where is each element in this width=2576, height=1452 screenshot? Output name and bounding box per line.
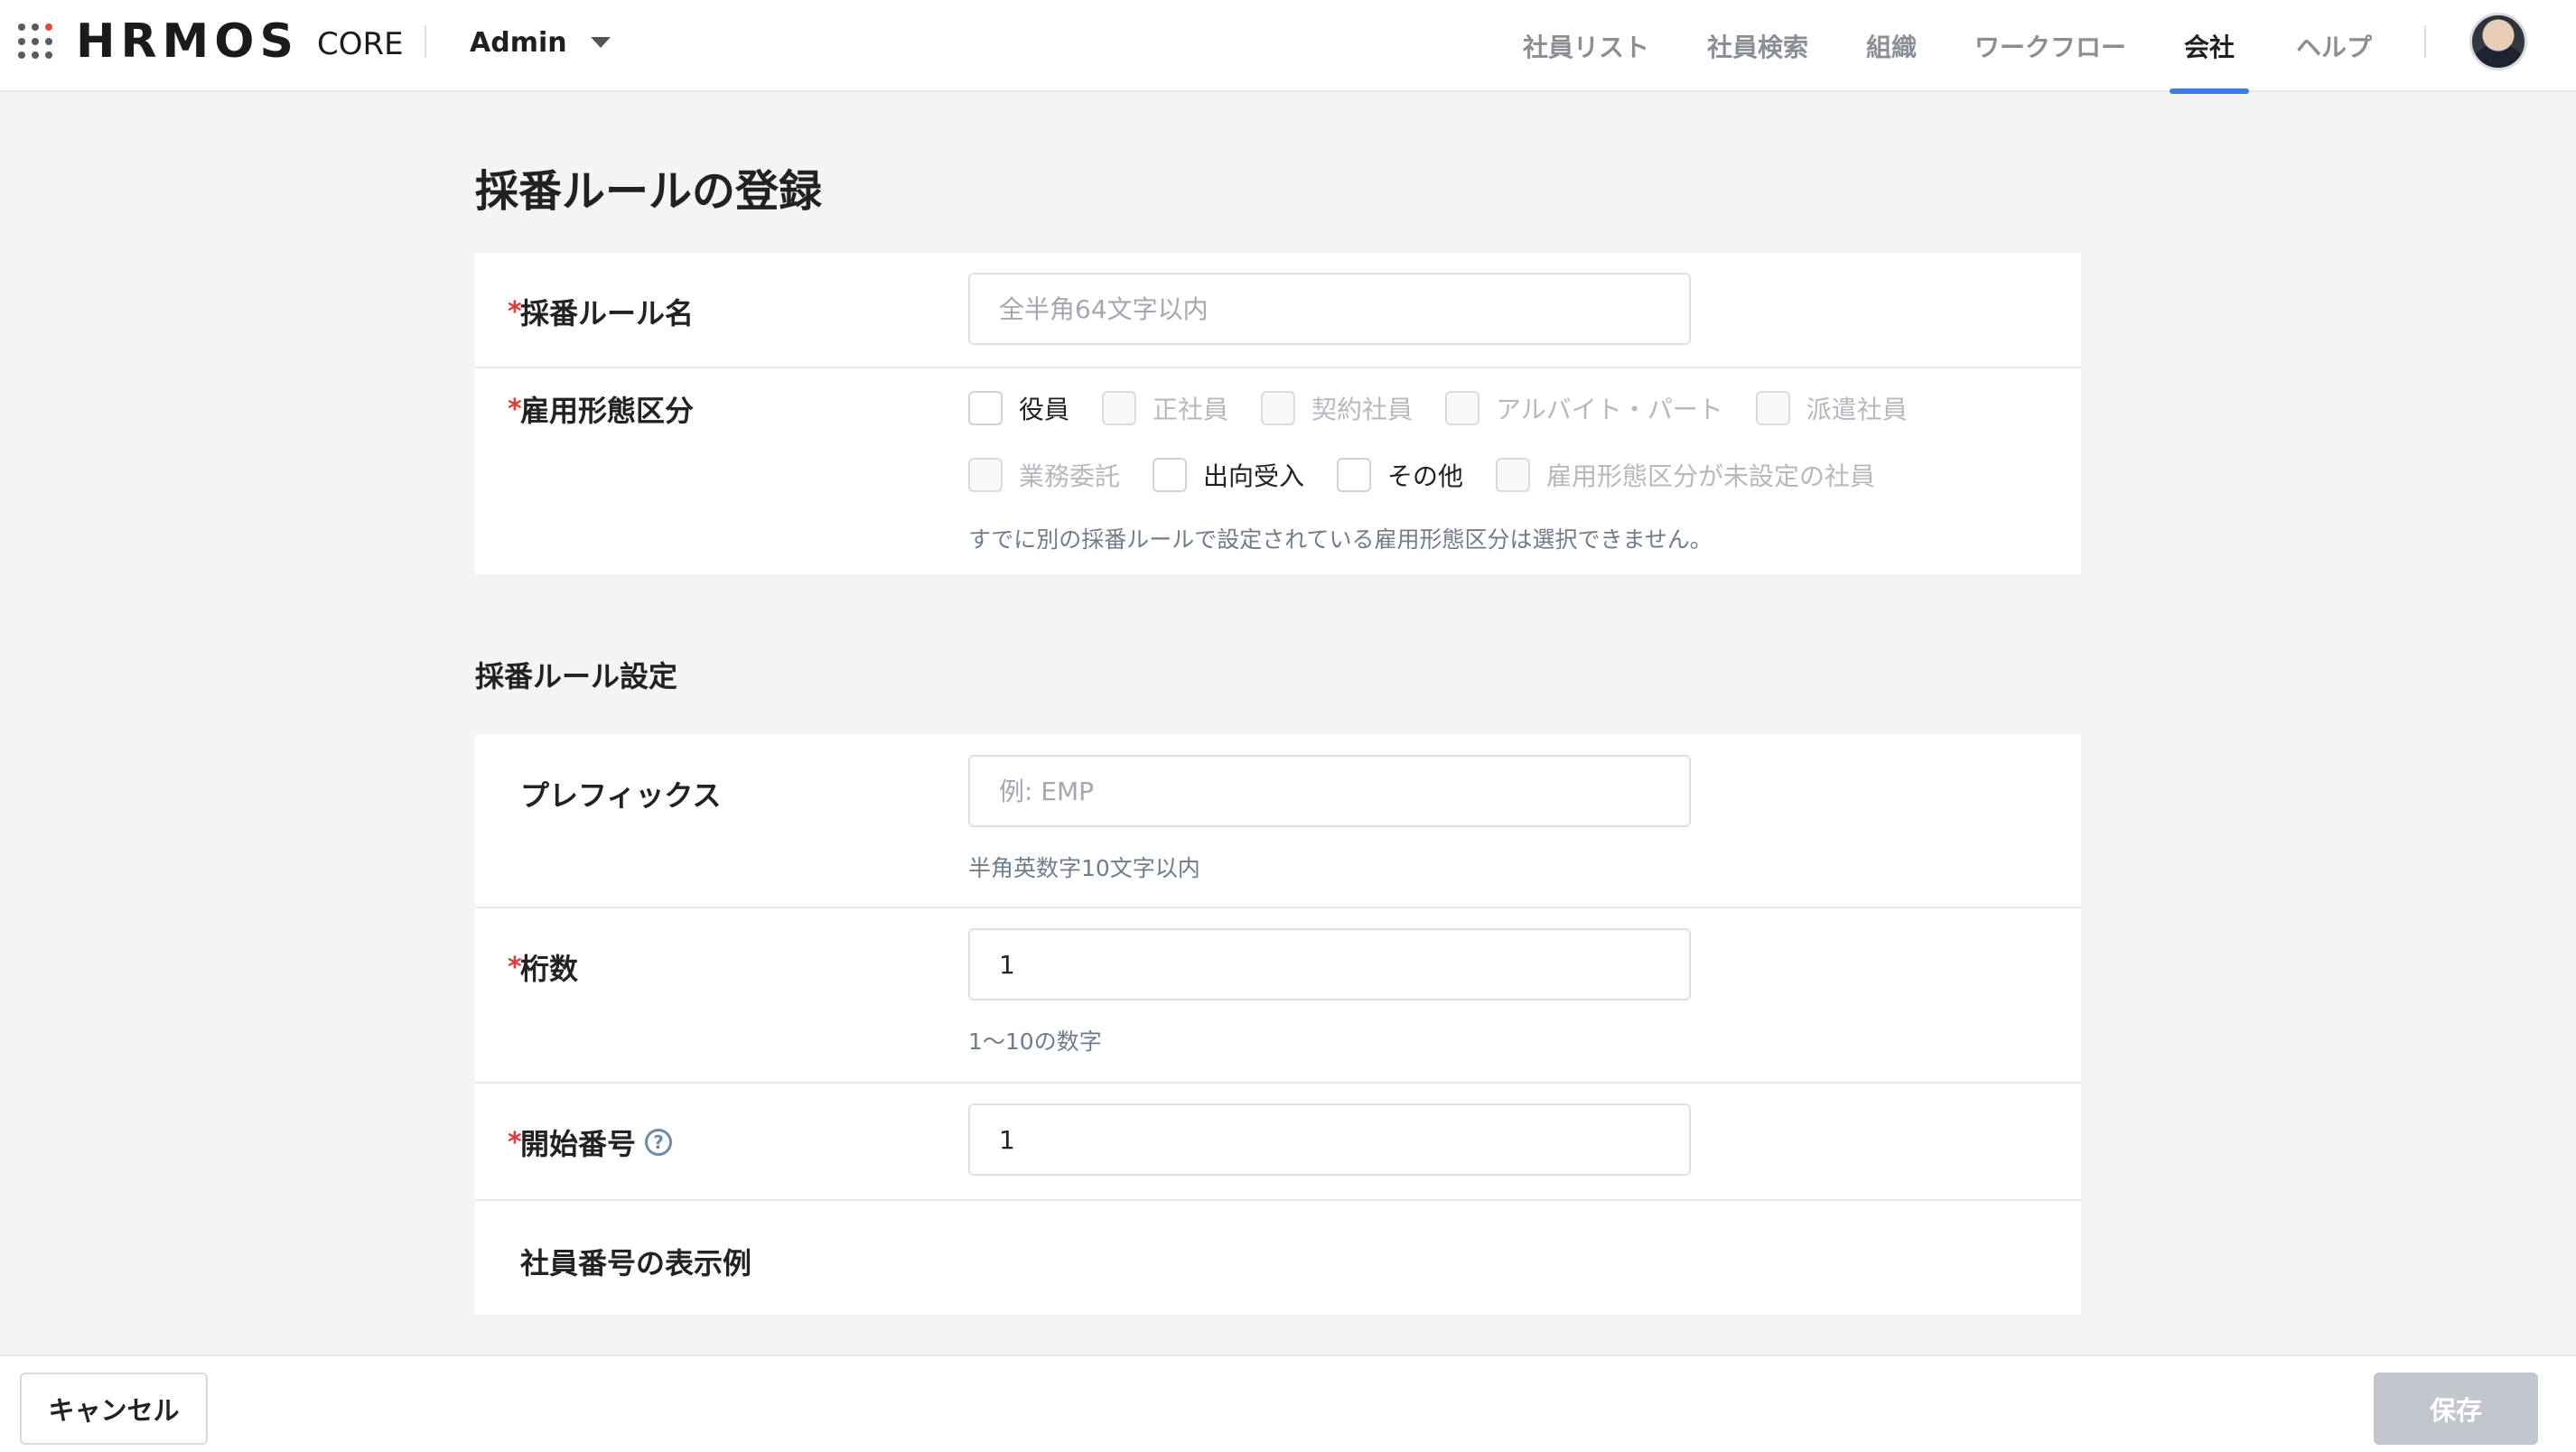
required-mark: * bbox=[508, 393, 522, 425]
section-title-rule-settings: 採番ルール設定 bbox=[475, 659, 678, 693]
checkbox-box bbox=[1261, 391, 1296, 425]
checkbox-box bbox=[1755, 391, 1790, 425]
checkbox-box[interactable] bbox=[1337, 458, 1372, 492]
app-switcher-icon[interactable] bbox=[18, 23, 54, 60]
checkbox-contract-employee: 契約社員 bbox=[1261, 390, 1413, 426]
save-button[interactable]: 保存 bbox=[2374, 1373, 2538, 1445]
prefix-hint: 半角英数字10文字以内 bbox=[968, 855, 1200, 881]
rule-name-input[interactable] bbox=[968, 273, 1691, 345]
checkbox-box bbox=[1496, 458, 1531, 492]
account-switcher[interactable]: Admin bbox=[470, 22, 611, 63]
logo-text: HRMOS bbox=[76, 14, 299, 69]
nav-organization[interactable]: 組織 bbox=[1866, 0, 1917, 92]
required-mark: * bbox=[508, 1126, 522, 1159]
digits-label: * 桁数 bbox=[508, 951, 579, 987]
header-divider bbox=[2424, 25, 2426, 58]
checkbox-box bbox=[1445, 391, 1480, 425]
logo-sub-text: CORE bbox=[316, 26, 404, 62]
header-divider bbox=[425, 25, 426, 58]
checkbox-box[interactable] bbox=[1153, 458, 1188, 492]
user-avatar[interactable] bbox=[2469, 13, 2527, 70]
employment-type-checkboxes-row2: 業務委託 出向受入 その他 雇用形態区分が未設定の社員 bbox=[968, 457, 1908, 493]
basic-info-card: * 採番ルール名 * 雇用形態区分 役員 正社員 契約社員 アルバイト・パート … bbox=[475, 253, 2081, 574]
employment-type-note: すでに別の採番ルールで設定されている雇用形態区分は選択できません。 bbox=[968, 526, 1713, 553]
employment-type-row: * 雇用形態区分 役員 正社員 契約社員 アルバイト・パート 派遣社員 業務委託… bbox=[475, 368, 2081, 574]
checkbox-other[interactable]: その他 bbox=[1337, 457, 1463, 493]
question-circle-icon[interactable]: ? bbox=[645, 1129, 673, 1156]
rule-settings-card: プレフィックス 半角英数字10文字以内 * 桁数 1〜10の数字 * 開始番号 … bbox=[475, 735, 2081, 1315]
digits-input[interactable] bbox=[968, 928, 1691, 1001]
checkbox-secondment-in[interactable]: 出向受入 bbox=[1153, 457, 1304, 493]
digits-hint: 1〜10の数字 bbox=[968, 1028, 1102, 1055]
checkbox-unset: 雇用形態区分が未設定の社員 bbox=[1496, 457, 1875, 493]
prefix-label: プレフィックス bbox=[520, 778, 722, 813]
checkbox-officer[interactable]: 役員 bbox=[968, 390, 1069, 426]
prefix-input[interactable] bbox=[968, 755, 1691, 827]
account-label: Admin bbox=[470, 26, 567, 59]
footer-action-bar: キャンセル 保存 bbox=[0, 1354, 2576, 1452]
digits-row: * 桁数 1〜10の数字 bbox=[475, 908, 2081, 1084]
hrmos-logo[interactable]: HRMOS CORE bbox=[76, 14, 404, 69]
prefix-row: プレフィックス 半角英数字10文字以内 bbox=[475, 735, 2081, 908]
employment-type-label: * 雇用形態区分 bbox=[508, 393, 695, 429]
rule-name-row: * 採番ルール名 bbox=[475, 253, 2081, 368]
checkbox-outsourcing: 業務委託 bbox=[968, 457, 1120, 493]
nav-workflow[interactable]: ワークフロー bbox=[1974, 0, 2126, 92]
checkbox-regular-employee: 正社員 bbox=[1102, 390, 1228, 426]
preview-row: 社員番号の表示例 bbox=[475, 1201, 2081, 1315]
start-number-row: * 開始番号 ? bbox=[475, 1084, 2081, 1201]
checkbox-box bbox=[1102, 391, 1137, 425]
nav-employee-search[interactable]: 社員検索 bbox=[1707, 0, 1808, 92]
nav-company[interactable]: 会社 bbox=[2169, 0, 2250, 94]
start-number-input[interactable] bbox=[968, 1103, 1691, 1176]
cancel-button[interactable]: キャンセル bbox=[20, 1373, 208, 1445]
required-mark: * bbox=[508, 951, 522, 983]
page-title: 採番ルールの登録 bbox=[475, 166, 823, 217]
nav-help[interactable]: ヘルプ bbox=[2296, 0, 2372, 92]
checkbox-part-time: アルバイト・パート bbox=[1445, 390, 1723, 426]
chevron-down-icon bbox=[590, 37, 611, 48]
rule-name-label: * 採番ルール名 bbox=[508, 295, 695, 331]
employment-type-checkboxes-row1: 役員 正社員 契約社員 アルバイト・パート 派遣社員 bbox=[968, 390, 1940, 426]
nav-employee-list[interactable]: 社員リスト bbox=[1523, 0, 1649, 92]
checkbox-dispatched: 派遣社員 bbox=[1755, 390, 1908, 426]
checkbox-box[interactable] bbox=[968, 391, 1003, 425]
start-number-label: * 開始番号 ? bbox=[508, 1122, 673, 1163]
preview-label: 社員番号の表示例 bbox=[520, 1246, 752, 1280]
required-mark: * bbox=[508, 295, 522, 328]
checkbox-box bbox=[968, 458, 1003, 492]
top-header: HRMOS CORE Admin 社員リスト 社員検索 組織 ワークフロー 会社… bbox=[0, 0, 2576, 94]
